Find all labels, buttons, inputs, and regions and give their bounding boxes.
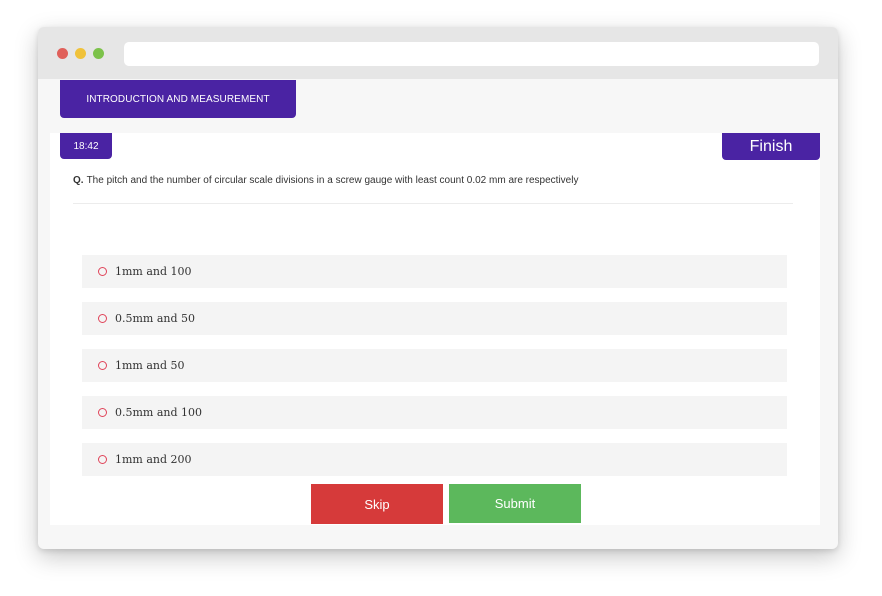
topic-title: INTRODUCTION AND MEASUREMENT [60, 80, 296, 118]
option-label: 0.5mm and 100 [115, 406, 203, 419]
option-2[interactable]: 0.5mm and 50 [82, 302, 787, 335]
skip-button[interactable]: Skip [311, 484, 443, 524]
option-label: 1mm and 100 [115, 265, 192, 278]
close-window-icon[interactable] [57, 48, 68, 59]
question-text: Q. The pitch and the number of circular s… [73, 175, 793, 186]
option-4[interactable]: 0.5mm and 100 [82, 396, 787, 429]
finish-button[interactable]: Finish [722, 133, 820, 160]
question-prefix: Q. [73, 175, 84, 186]
timer-badge: 18:42 [60, 133, 112, 159]
option-3[interactable]: 1mm and 50 [82, 349, 787, 382]
option-1[interactable]: 1mm and 100 [82, 255, 787, 288]
option-5[interactable]: 1mm and 200 [82, 443, 787, 476]
radio-icon[interactable] [98, 267, 107, 276]
radio-icon[interactable] [98, 361, 107, 370]
quiz-card: 18:42 Finish Q. The pitch and the number … [50, 133, 820, 525]
submit-button[interactable]: Submit [449, 484, 581, 523]
browser-window: INTRODUCTION AND MEASUREMENT 18:42 Finis… [38, 27, 838, 549]
question-body: The pitch and the number of circular sca… [86, 175, 579, 186]
address-bar[interactable] [124, 42, 819, 66]
option-label: 1mm and 200 [115, 453, 192, 466]
radio-icon[interactable] [98, 314, 107, 323]
radio-icon[interactable] [98, 408, 107, 417]
radio-icon[interactable] [98, 455, 107, 464]
browser-titlebar [38, 27, 838, 79]
minimize-window-icon[interactable] [75, 48, 86, 59]
divider [73, 203, 793, 204]
maximize-window-icon[interactable] [93, 48, 104, 59]
option-label: 0.5mm and 50 [115, 312, 196, 325]
option-label: 1mm and 50 [115, 359, 185, 372]
